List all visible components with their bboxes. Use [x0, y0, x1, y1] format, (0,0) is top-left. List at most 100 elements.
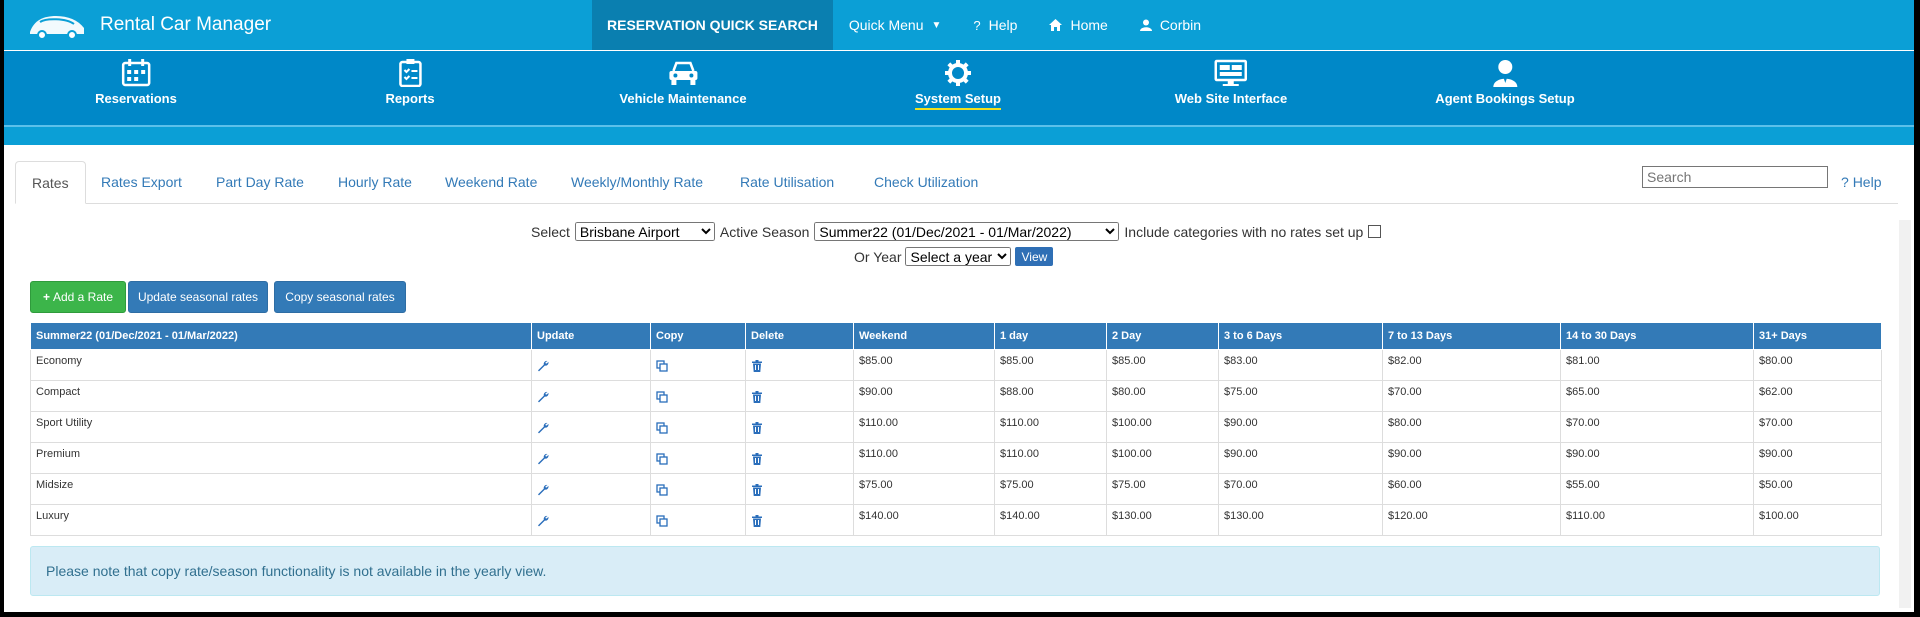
module-vehicle-maintenance[interactable]: Vehicle Maintenance — [619, 59, 747, 108]
filter-row: Select Brisbane Airport Active Season Su… — [531, 222, 1382, 241]
quick-menu-label: Quick Menu — [848, 17, 924, 33]
trash-icon[interactable] — [751, 421, 763, 435]
add-rate-button[interactable]: + Add a Rate — [30, 281, 126, 313]
tab-rate-utilisation[interactable]: Rate Utilisation — [740, 161, 834, 202]
page-help-label: Help — [1852, 174, 1882, 190]
rate-value: $62.00 — [1759, 386, 1793, 398]
copy-icon[interactable] — [656, 359, 668, 373]
plus-icon: + — [42, 290, 50, 304]
update-seasonal-rates-button[interactable]: Update seasonal rates — [128, 281, 268, 313]
rate-cell: $100.00 — [1106, 411, 1219, 443]
tab-hourly-rate[interactable]: Hourly Rate — [338, 161, 412, 202]
module-reports[interactable]: Reports — [385, 59, 435, 108]
year-select[interactable]: Select a year — [905, 247, 1012, 266]
trash-icon[interactable] — [751, 514, 763, 528]
rate-cell: $82.00 — [1382, 349, 1561, 381]
calendar-icon — [121, 59, 151, 87]
user-menu[interactable]: Corbin — [1124, 0, 1217, 50]
rate-value: $110.00 — [1000, 448, 1039, 460]
category-cell: Sport Utility — [30, 411, 532, 443]
question-circle-icon: ? — [1841, 174, 1849, 190]
rate-cell: $70.00 — [1560, 411, 1754, 443]
copy-seasonal-rates-button[interactable]: Copy seasonal rates — [274, 281, 406, 313]
wrench-icon[interactable] — [537, 453, 549, 466]
tab-rates[interactable]: Rates — [15, 161, 86, 204]
tab-weekly-monthly-rate[interactable]: Weekly/Monthly Rate — [571, 161, 703, 202]
brand[interactable]: Rental Car Manager — [26, 0, 271, 50]
copy-icon[interactable] — [656, 483, 668, 497]
rate-cell: $80.00 — [1382, 411, 1561, 443]
copy-icon[interactable] — [656, 390, 668, 404]
header-7-to-13-days: 7 to 13 Days — [1382, 322, 1561, 350]
wrench-icon[interactable] — [537, 484, 549, 497]
rate-cell: $90.00 — [853, 380, 995, 412]
wrench-icon[interactable] — [537, 515, 549, 528]
quick-menu-dropdown[interactable]: Quick Menu ▼ — [833, 0, 958, 50]
rate-value: $85.00 — [859, 355, 893, 367]
rate-value: $90.00 — [1759, 448, 1793, 460]
trash-icon[interactable] — [751, 390, 763, 404]
home-link[interactable]: Home — [1033, 0, 1123, 50]
rate-cell: $60.00 — [1382, 473, 1561, 505]
trash-icon[interactable] — [751, 452, 763, 466]
rate-cell: $75.00 — [853, 473, 995, 505]
module-system-setup[interactable]: System Setup — [915, 59, 1001, 110]
home-label: Home — [1070, 17, 1108, 33]
module-agent-bookings-setup[interactable]: Agent Bookings Setup — [1435, 59, 1575, 108]
tab-check-utilization[interactable]: Check Utilization — [874, 161, 978, 202]
delete-cell — [745, 411, 854, 443]
rate-cell: $140.00 — [994, 504, 1107, 536]
rate-cell: $70.00 — [1382, 380, 1561, 412]
rate-value: $120.00 — [1388, 510, 1428, 522]
module-nav: Reservations Reports Vehicle Maintenance… — [4, 51, 1914, 127]
module-reservations[interactable]: Reservations — [95, 59, 177, 108]
header-copy: Copy — [650, 322, 746, 350]
reservation-quick-search-button[interactable]: RESERVATION QUICK SEARCH — [592, 0, 833, 50]
view-button[interactable]: View — [1015, 247, 1054, 266]
rate-cell: $90.00 — [1382, 442, 1561, 474]
rate-value: $140.00 — [859, 510, 899, 522]
page-help-link[interactable]: ? Help — [1841, 174, 1881, 190]
copy-icon[interactable] — [656, 514, 668, 528]
help-link[interactable]: ? Help — [957, 0, 1033, 50]
category-cell: Compact — [30, 380, 532, 412]
update-cell — [531, 380, 651, 412]
header-3-to-6-days: 3 to 6 Days — [1218, 322, 1383, 350]
header-1-day: 1 day — [994, 322, 1107, 350]
copy-icon[interactable] — [656, 421, 668, 435]
rate-cell: $81.00 — [1560, 349, 1754, 381]
module-web-site-interface[interactable]: Web Site Interface — [1175, 59, 1287, 108]
rate-cell: $88.00 — [994, 380, 1107, 412]
header-14-to-30-days: 14 to 30 Days — [1560, 322, 1754, 350]
gear-icon — [944, 60, 971, 86]
trash-icon[interactable] — [751, 483, 763, 497]
season-select[interactable]: Summer22 (01/Dec/2021 - 01/Mar/2022) — [814, 222, 1120, 241]
copy-icon[interactable] — [656, 452, 668, 466]
tab-weekend-rate[interactable]: Weekend Rate — [445, 161, 537, 202]
app-frame: Rental Car Manager RESERVATION QUICK SEA… — [4, 0, 1914, 612]
rate-cell: $130.00 — [1106, 504, 1219, 536]
rate-value: $110.00 — [1566, 510, 1605, 522]
include-categories-checkbox[interactable] — [1368, 225, 1382, 238]
rate-value: $88.00 — [1000, 386, 1034, 398]
location-select[interactable]: Brisbane Airport — [574, 222, 715, 241]
rate-value: $85.00 — [1000, 355, 1034, 367]
tab-rates-export[interactable]: Rates Export — [101, 161, 182, 202]
wrench-icon[interactable] — [537, 360, 549, 373]
trash-icon[interactable] — [751, 359, 763, 373]
help-label: Help — [988, 17, 1018, 33]
tab-part-day-rate[interactable]: Part Day Rate — [216, 161, 304, 202]
rate-cell: $75.00 — [1106, 473, 1219, 505]
module-label: Reports — [385, 91, 435, 106]
rate-cell: $85.00 — [994, 349, 1107, 381]
wrench-icon[interactable] — [537, 391, 549, 404]
search-input[interactable] — [1642, 166, 1828, 188]
rate-cell: $70.00 — [1753, 411, 1882, 443]
table-row: Compact $90.00 $88.00 $80.00 $75.00 $70.00 $65… — [30, 380, 1882, 412]
delete-cell — [745, 442, 854, 474]
table-row: Midsize $75.00 $75.00 $75.00 $70.00 $60.00 $55… — [30, 473, 1882, 505]
wrench-icon[interactable] — [537, 422, 549, 435]
rate-value: $70.00 — [1759, 417, 1793, 429]
rate-value: $70.00 — [1566, 417, 1600, 429]
vertical-scrollbar[interactable] — [1899, 220, 1911, 608]
